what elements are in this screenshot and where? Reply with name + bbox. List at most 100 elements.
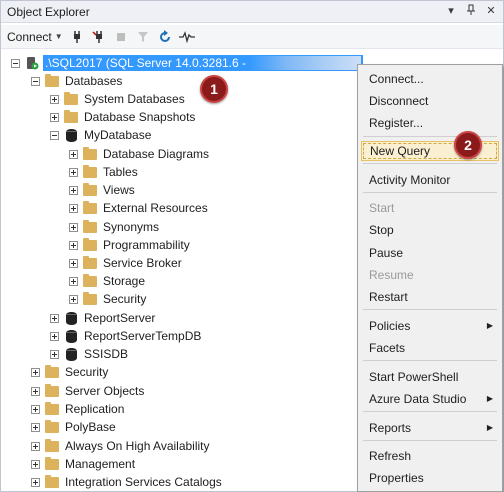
tree-node-always-on[interactable]: Always On High Availability [31,437,210,455]
tree-node-database-diagrams[interactable]: Database Diagrams [69,145,209,163]
expand-toggle[interactable] [69,203,78,213]
server-label[interactable]: .\SQL2017 (SQL Server 14.0.3281.6 - [43,54,364,72]
server-icon [25,56,39,70]
menu-item-restart[interactable]: Restart [361,287,499,307]
tree-node-reportservertempdb[interactable]: ReportServerTempDB [50,327,201,345]
menu-separator [363,360,497,361]
context-menu: Connect... Disconnect Register... New Qu… [357,64,503,492]
folder-icon [45,73,59,87]
expand-toggle[interactable] [50,313,59,323]
menu-item-pause[interactable]: Pause [361,243,499,263]
tree-node-tables[interactable]: Tables [69,163,138,181]
collapse-toggle[interactable] [50,130,59,140]
menu-item-stop[interactable]: Stop [361,220,499,240]
menu-separator [363,192,497,193]
menu-item-connect[interactable]: Connect... [361,69,499,89]
connect-plug-icon[interactable] [69,29,85,45]
expand-toggle[interactable] [31,459,40,469]
tree-node-views[interactable]: Views [69,181,135,199]
title-bar: Object Explorer ▾ ✕ [1,1,503,23]
database-icon [66,311,77,325]
tree-node-db-security[interactable]: Security [69,290,146,308]
tree-node-integration-services[interactable]: Integration Services Catalogs [31,473,222,491]
folder-icon [83,291,97,305]
collapse-toggle[interactable] [11,58,20,68]
tree-node-external-resources[interactable]: External Resources [69,199,208,217]
tree-node-storage[interactable]: Storage [69,272,145,290]
expand-toggle[interactable] [50,94,59,104]
expand-toggle[interactable] [69,276,78,286]
expand-toggle[interactable] [31,404,40,414]
expand-toggle[interactable] [31,386,40,396]
expand-toggle[interactable] [69,258,78,268]
dropdown-icon[interactable]: ▾ [445,4,457,20]
expand-toggle[interactable] [50,112,59,122]
folder-icon [45,456,59,470]
tree-node-programmability[interactable]: Programmability [69,236,190,254]
expand-toggle[interactable] [69,167,78,177]
tree-node-replication[interactable]: Replication [31,400,124,418]
expand-toggle[interactable] [50,331,59,341]
menu-item-refresh[interactable]: Refresh [361,446,499,466]
tree-node-polybase[interactable]: PolyBase [31,418,116,436]
database-icon [66,128,77,142]
menu-separator [363,440,497,441]
menu-item-policies[interactable]: Policies ▶ [361,316,499,336]
menu-item-start-powershell[interactable]: Start PowerShell [361,367,499,387]
folder-icon [64,91,78,105]
menu-item-properties[interactable]: Properties [361,468,499,488]
expand-toggle[interactable] [31,441,40,451]
submenu-arrow-icon: ▶ [486,321,493,330]
refresh-icon[interactable] [157,29,173,45]
expand-toggle[interactable] [69,149,78,159]
menu-item-disconnect[interactable]: Disconnect [361,91,499,111]
folder-icon [45,383,59,397]
tree-node-database-snapshots[interactable]: Database Snapshots [50,108,195,126]
expand-toggle[interactable] [31,367,40,377]
folder-icon [83,219,97,233]
close-icon[interactable]: ✕ [485,4,497,20]
tree-node-server-objects[interactable]: Server Objects [31,382,144,400]
expand-toggle[interactable] [31,422,40,432]
menu-separator [363,411,497,412]
expand-toggle[interactable] [69,294,78,304]
menu-item-start: Start [369,201,395,215]
tree-node-mydatabase[interactable]: MyDatabase [50,126,151,144]
tree-node-reportserver[interactable]: ReportServer [50,309,155,327]
folder-icon [83,200,97,214]
stop-icon[interactable] [113,29,129,45]
tree-node-ssisdb[interactable]: SSISDB [50,345,128,363]
folder-icon [45,364,59,378]
menu-item-register[interactable]: Register... [361,113,499,133]
tree-node-security[interactable]: Security [31,363,108,381]
pin-icon[interactable] [465,4,477,20]
menu-item-facets[interactable]: Facets [361,338,499,358]
panel-title: Object Explorer [7,5,90,19]
tree-node-management[interactable]: Management [31,455,135,473]
collapse-toggle[interactable] [31,76,40,86]
submenu-arrow-icon: ▶ [486,394,493,403]
title-bar-icons: ▾ ✕ [445,4,497,20]
chevron-down-icon: ▼ [54,32,63,41]
expand-toggle[interactable] [69,240,78,250]
tree-node-databases[interactable]: Databases [31,72,122,90]
activity-icon[interactable] [178,29,195,45]
filter-icon[interactable] [135,29,151,45]
folder-icon [83,182,97,196]
menu-item-activity-monitor[interactable]: Activity Monitor [361,170,499,190]
redacted-text [249,56,362,71]
menu-item-azure-data-studio[interactable]: Azure Data Studio ▶ [361,389,499,409]
expand-toggle[interactable] [31,477,40,487]
expand-toggle[interactable] [69,222,78,232]
disconnect-plug-icon[interactable] [91,29,107,45]
tree-node-synonyms[interactable]: Synonyms [69,218,159,236]
tree-node-server[interactable]: .\SQL2017 (SQL Server 14.0.3281.6 - [11,54,364,72]
object-explorer-panel: Object Explorer ▾ ✕ Connect ▼ .\SQL2017 … [0,0,504,492]
menu-item-reports[interactable]: Reports ▶ [361,418,499,438]
expand-toggle[interactable] [69,185,78,195]
expand-toggle[interactable] [50,349,59,359]
menu-item-resume: Resume [369,268,414,282]
tree-node-service-broker[interactable]: Service Broker [69,254,182,272]
connect-button[interactable]: Connect ▼ [7,30,63,44]
tree-node-system-databases[interactable]: System Databases [50,90,185,108]
